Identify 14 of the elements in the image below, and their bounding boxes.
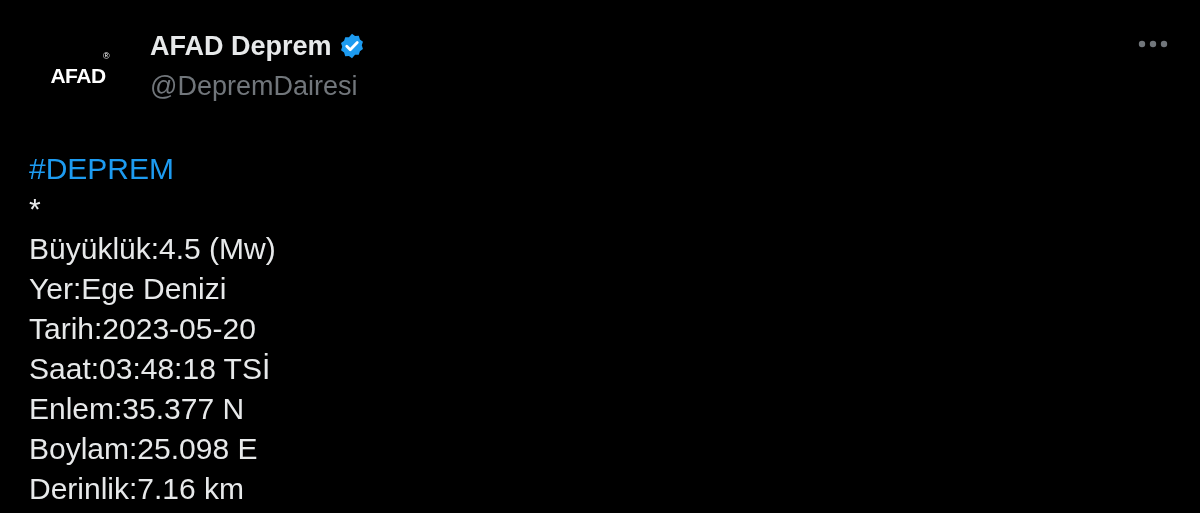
tweet-text-line: Boylam:25.098 E (29, 431, 258, 467)
tweet-text-line: Büyüklük:4.5 (Mw) (29, 231, 276, 267)
author-handle[interactable]: @DepremDairesi (150, 68, 366, 104)
tweet-text-line: Tarih:2023-05-20 (29, 311, 256, 347)
avatar-logo-text: AFAD (50, 63, 106, 90)
tweet-text-line: Yer:Ege Denizi (29, 271, 227, 307)
more-icon[interactable] (1138, 40, 1168, 48)
registered-mark: ® (103, 50, 110, 63)
tweet-text-line: * (29, 191, 41, 227)
tweet-text-line: Enlem:35.377 N (29, 391, 245, 427)
tweet-text-line: Derinlik:7.16 km (29, 471, 245, 507)
author-name[interactable]: AFAD Deprem (150, 28, 332, 64)
hashtag-link[interactable]: #DEPREM (29, 149, 175, 189)
tweet-text-line: Saat:03:48:18 TSİ (29, 351, 271, 387)
